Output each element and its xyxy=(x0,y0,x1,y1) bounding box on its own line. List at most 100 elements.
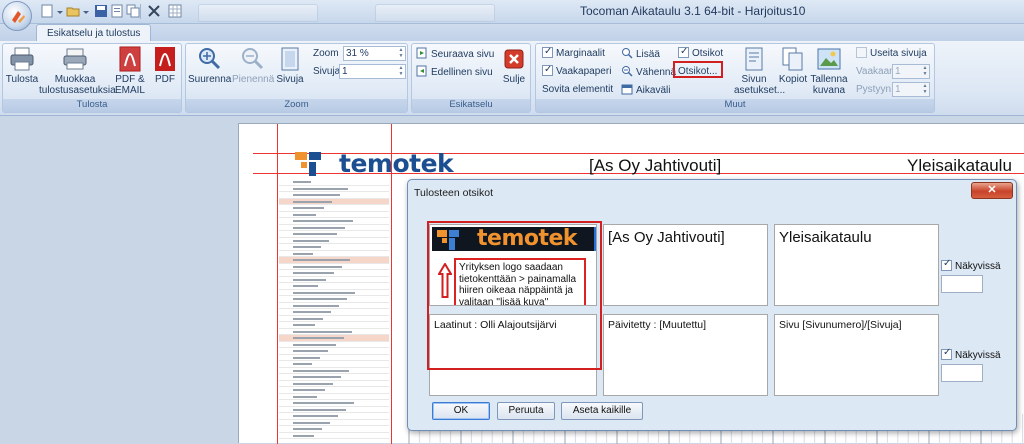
zoom-field-label: Zoom xyxy=(313,48,339,59)
margins-check-icon xyxy=(542,45,553,59)
next-page-button[interactable]: Seuraava sivu xyxy=(416,47,494,61)
header-visible-checkbox[interactable]: Näkyvissä xyxy=(941,258,1001,272)
close-preview-button[interactable]: Sulje xyxy=(499,46,529,85)
reduce-label: Vähennä xyxy=(636,67,677,78)
footer-visible-checkbox[interactable]: Näkyvissä xyxy=(941,347,1001,361)
pdf-button[interactable]: PDF xyxy=(149,46,181,85)
page-settings-button[interactable]: Sivun asetukset... xyxy=(734,46,785,96)
horizontal-pages-input[interactable]: 1 xyxy=(892,64,930,79)
schedule-row xyxy=(279,433,389,439)
timespan-button[interactable]: Aikaväli xyxy=(621,83,670,97)
ok-button[interactable]: OK xyxy=(432,402,490,420)
window-title: Tocoman Aikataulu 3.1 64-bit - Harjoitus… xyxy=(580,4,806,18)
header-visible-check-icon xyxy=(941,258,952,271)
zoom-in-label: Suurenna xyxy=(188,74,232,85)
header-center-text: [As Oy Jahtivouti] xyxy=(608,229,725,246)
fit-elements-button[interactable]: Sovita elementit xyxy=(542,83,613,97)
logo-cell-highlight xyxy=(427,221,602,370)
printer-icon xyxy=(9,46,35,72)
app-logo-icon xyxy=(12,11,25,23)
application-menu-button[interactable] xyxy=(2,1,32,31)
titles-checkbox[interactable]: Otsikot xyxy=(678,45,723,61)
pdf-email-button[interactable]: PDF & EMAIL xyxy=(113,46,147,96)
header-height-input[interactable] xyxy=(941,275,983,293)
next-page-icon xyxy=(416,47,428,59)
print-button[interactable]: Tulosta xyxy=(5,46,39,85)
footer-right-cell[interactable]: Sivu [Sivunumero]/[Sivuja] xyxy=(774,314,939,396)
footer-height-input[interactable] xyxy=(941,364,983,382)
pages-field-label: Sivuja xyxy=(313,66,341,77)
zoom-out-icon xyxy=(239,46,265,72)
reduce-icon xyxy=(621,65,633,77)
group-zoom: Suurenna Pienennä Sivuja Zoom 31 % Sivuj… xyxy=(185,43,408,113)
zoom-in-icon xyxy=(196,46,222,72)
save-as-image-label: Tallenna kuvana xyxy=(810,74,848,96)
vertical-pages-input[interactable]: 1 xyxy=(892,82,930,97)
pdf-email-icon xyxy=(117,46,143,72)
save-as-image-button[interactable]: Tallenna kuvana xyxy=(810,46,848,96)
print-settings-icon xyxy=(62,46,88,72)
new-document-icon[interactable] xyxy=(40,4,54,18)
next-page-label: Seuraava sivu xyxy=(431,49,495,60)
landscape-checkbox[interactable]: Vaakapaperi xyxy=(542,63,611,79)
zoom-out-button[interactable]: Pienennä xyxy=(232,46,275,85)
ribbon: Tulosta Muokkaa tulostusasetuksia PDF & … xyxy=(0,41,1024,116)
qat-separator xyxy=(140,4,141,19)
schedule-table-thumbnail xyxy=(279,179,389,444)
calendar-icon xyxy=(621,83,633,95)
company-logo-icon xyxy=(295,150,331,181)
header-right-cell[interactable]: Yleisaikataulu xyxy=(774,224,939,306)
pdf-email-label: PDF & EMAIL xyxy=(114,74,145,96)
group-other: Marginaalit Vaakapaperi Sovita elementit… xyxy=(535,43,935,113)
close-document-icon[interactable] xyxy=(147,4,161,18)
add-label: Lisää xyxy=(636,49,660,60)
save-as-icon[interactable] xyxy=(110,4,124,18)
add-button[interactable]: Lisää xyxy=(621,47,660,61)
page-view-label: Sivuja xyxy=(276,74,304,85)
group-print: Tulosta Muokkaa tulostusasetuksia PDF & … xyxy=(2,43,182,113)
apply-all-button[interactable]: Aseta kaikille xyxy=(561,402,643,420)
zoom-out-label: Pienennä xyxy=(232,74,275,85)
group-preview: Seuraava sivu Edellinen sivu Sulje Esika… xyxy=(411,43,531,113)
header-center-cell[interactable]: [As Oy Jahtivouti] xyxy=(603,224,768,306)
copy-icon[interactable] xyxy=(126,4,140,18)
copies-icon xyxy=(780,46,806,72)
open-folder-icon[interactable] xyxy=(66,4,80,18)
image-icon xyxy=(816,46,842,72)
add-icon xyxy=(621,47,633,59)
preview-header-center: [As Oy Jahtivouti] xyxy=(589,156,722,175)
ghost-tab xyxy=(198,4,318,22)
qat-dropdown-icon[interactable] xyxy=(56,4,64,18)
timespan-label: Aikaväli xyxy=(636,85,671,96)
copies-label: Kopiot xyxy=(778,74,808,85)
horizontal-label: Vaakaan xyxy=(856,66,895,77)
pages-input[interactable]: 1 xyxy=(339,64,406,79)
prev-page-button[interactable]: Edellinen sivu xyxy=(416,65,493,79)
dialog-title: Tulosteen otsikot xyxy=(414,187,493,199)
group-zoom-caption: Zoom xyxy=(186,99,407,112)
zoom-in-button[interactable]: Suurenna xyxy=(188,46,232,85)
multi-page-checkbox[interactable]: Useita sivuja xyxy=(856,47,927,61)
zoom-input[interactable]: 31 % xyxy=(343,46,406,61)
ghost-tab xyxy=(375,4,495,22)
reduce-button[interactable]: Vähennä xyxy=(621,65,676,79)
page-view-button[interactable]: Sivuja xyxy=(274,46,306,85)
footer-center-cell[interactable]: Päivitetty : [Muutettu] xyxy=(603,314,768,396)
margins-checkbox[interactable]: Marginaalit xyxy=(542,45,605,61)
cancel-button[interactable]: Peruuta xyxy=(497,402,555,420)
open-dropdown-icon[interactable] xyxy=(82,4,90,18)
grid-view-icon[interactable] xyxy=(168,4,182,18)
background-browser-tabs xyxy=(190,4,560,22)
dialog-close-button[interactable]: ✕ xyxy=(971,182,1013,199)
titles-check-icon xyxy=(678,45,689,59)
save-icon[interactable] xyxy=(94,4,108,18)
copies-button[interactable]: Kopiot xyxy=(776,46,810,85)
tab-print-preview[interactable]: Esikatselu ja tulostus xyxy=(36,24,152,42)
margin-guide xyxy=(277,124,278,444)
multi-page-label: Useita sivuja xyxy=(870,48,927,59)
edit-print-settings-button[interactable]: Muokkaa tulostusasetuksia xyxy=(39,46,116,96)
close-icon xyxy=(501,46,527,72)
preview-header-right: Yleisaikataulu xyxy=(907,156,1012,175)
multi-page-check-icon xyxy=(856,47,867,58)
vertical-label: Pystyyn xyxy=(856,84,892,95)
